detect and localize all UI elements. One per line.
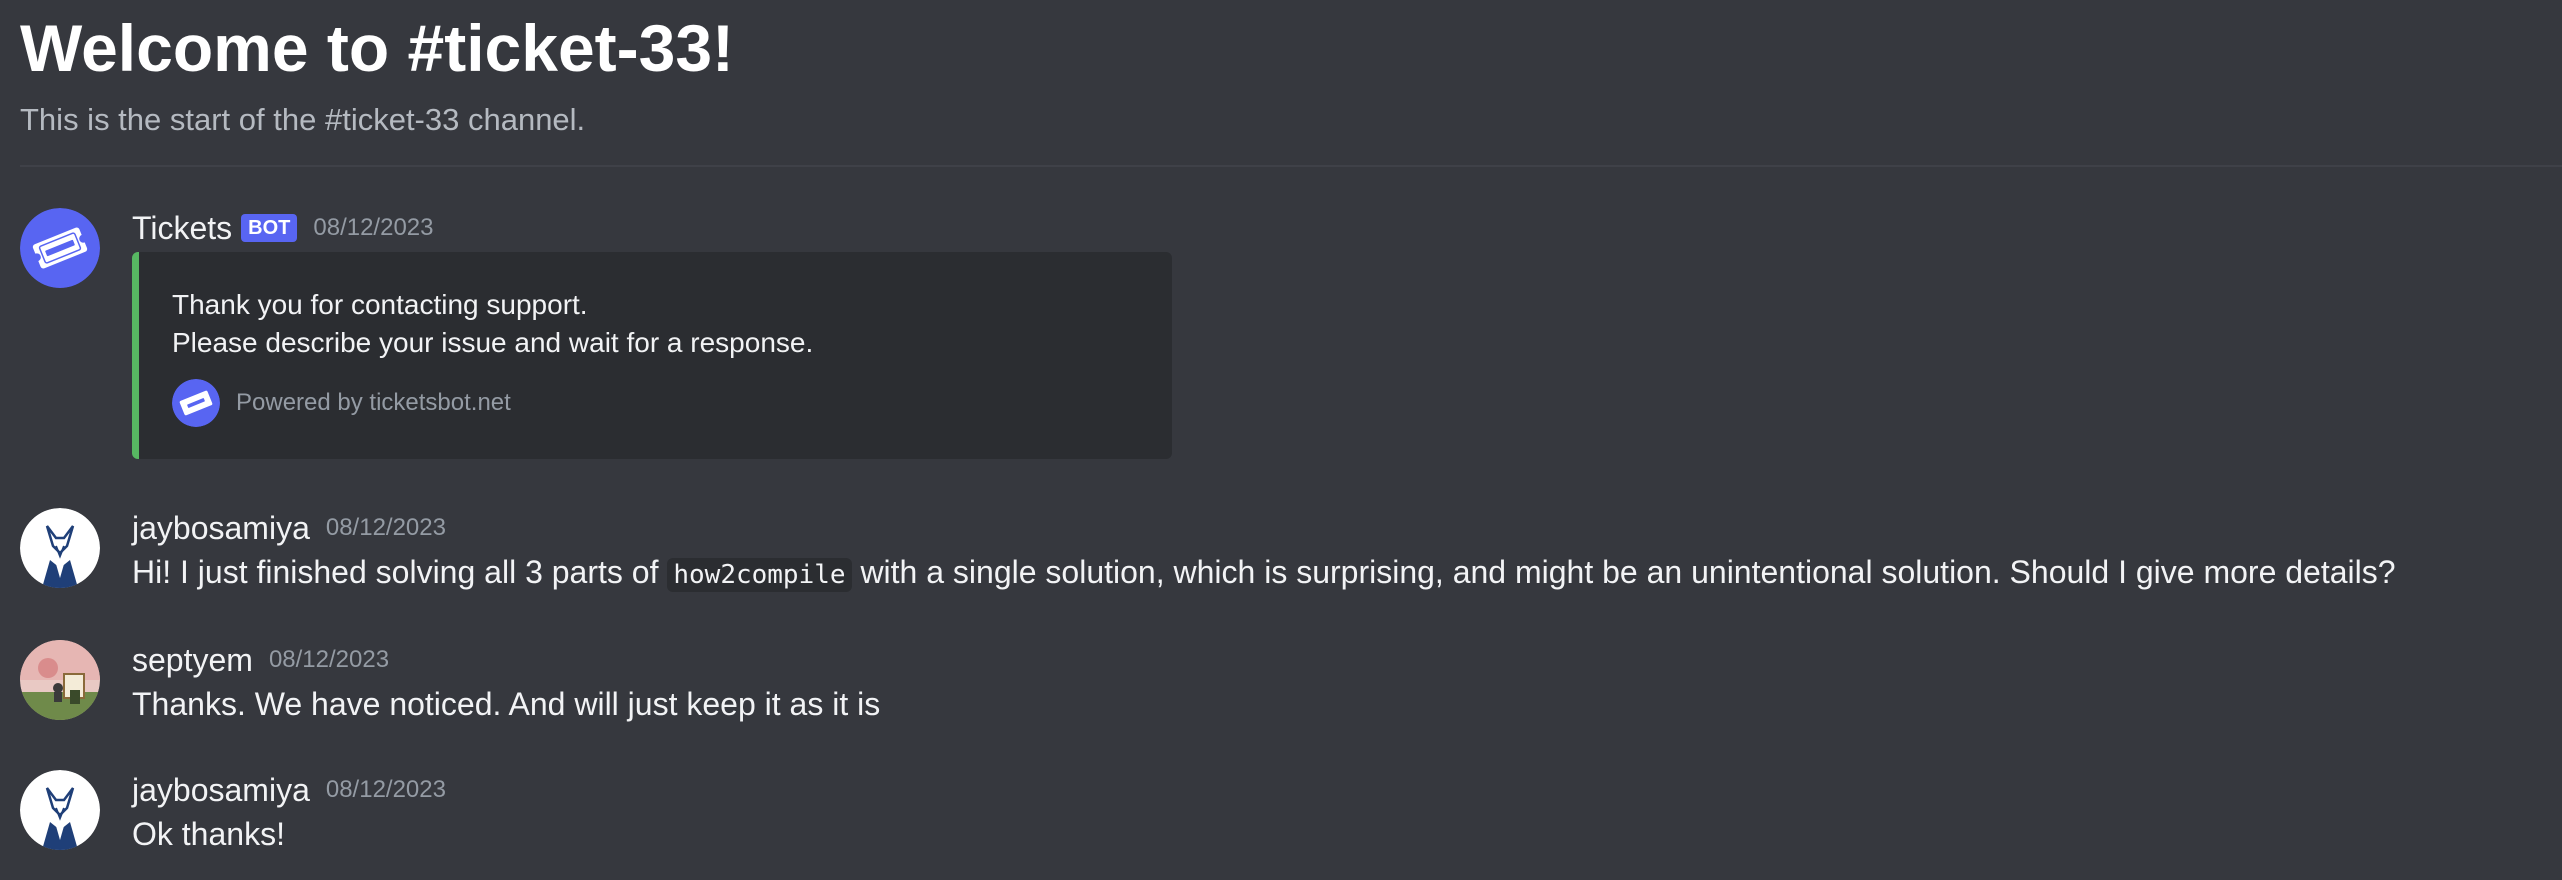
message-text-after: with a single solution, which is surpris… bbox=[860, 554, 2396, 590]
timestamp: 08/12/2023 bbox=[268, 646, 390, 673]
timestamp: 08/12/2023 bbox=[325, 514, 446, 541]
author-name[interactable]: jaybosamiya bbox=[132, 772, 310, 809]
scenery-avatar[interactable] bbox=[20, 640, 100, 720]
embed-footer-text: Powered by ticketsbot.net bbox=[236, 389, 511, 416]
embed-footer: Powered by ticketsbot.net bbox=[172, 378, 511, 428]
fox-avatar[interactable] bbox=[20, 508, 100, 588]
embed-line-1: Thank you for contacting support. bbox=[172, 289, 588, 320]
fox-avatar[interactable] bbox=[20, 770, 100, 850]
support-embed: Thank you for contacting support. Please… bbox=[132, 252, 1172, 459]
inline-code: how2compile bbox=[667, 558, 852, 592]
tickets-bot-avatar[interactable] bbox=[20, 208, 100, 288]
message-text-before: Hi! I just finished solving all 3 parts … bbox=[132, 554, 659, 590]
author-name[interactable]: jaybosamiya bbox=[132, 510, 310, 547]
bot-badge: BOT bbox=[241, 214, 298, 242]
divider bbox=[20, 165, 2562, 167]
welcome-title: Welcome to #ticket-33! bbox=[20, 11, 735, 85]
timestamp: 08/12/2023 bbox=[313, 214, 434, 241]
author-name[interactable]: septyem bbox=[132, 642, 253, 679]
welcome-subtitle: This is the start of the #ticket-33 chan… bbox=[20, 102, 586, 137]
author-name[interactable]: Tickets bbox=[132, 210, 232, 247]
message-text: Hi! I just finished solving all 3 parts … bbox=[132, 550, 2396, 597]
message-text: Thanks. We have noticed. And will just k… bbox=[132, 686, 881, 722]
message-text: Ok thanks! bbox=[132, 816, 285, 852]
embed-line-2: Please describe your issue and wait for … bbox=[172, 327, 814, 358]
timestamp: 08/12/2023 bbox=[325, 776, 446, 803]
tickets-footer-icon bbox=[172, 379, 220, 427]
